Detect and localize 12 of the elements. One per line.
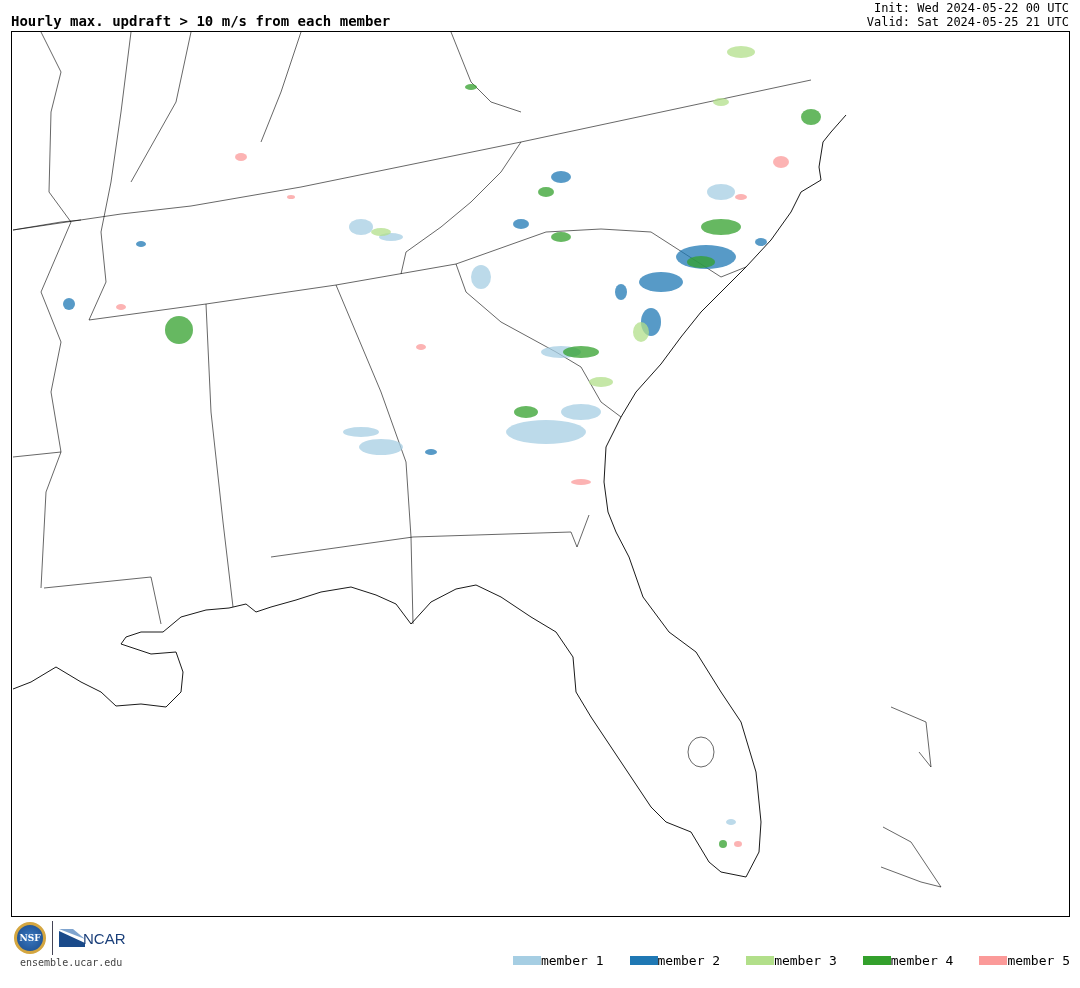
wave-logo-icon [59,929,85,947]
chart-title: Hourly max. updraft > 10 m/s from each member [11,13,391,29]
ncar-logo: NCAR [83,929,126,947]
site-url: ensemble.ucar.edu [20,957,123,968]
seal-logo: NSF [14,922,46,954]
legend-label: member 2 [657,953,721,968]
valid-time: Valid: Sat 2024-05-25 21 UTC [866,15,1069,29]
legend-label: member 4 [890,953,954,968]
init-time: Init: Wed 2024-05-22 00 UTC [873,1,1069,15]
legend-label: member 3 [774,953,837,968]
legend-label: member 1 [540,953,604,968]
legend-label: member 5 [1007,953,1070,968]
